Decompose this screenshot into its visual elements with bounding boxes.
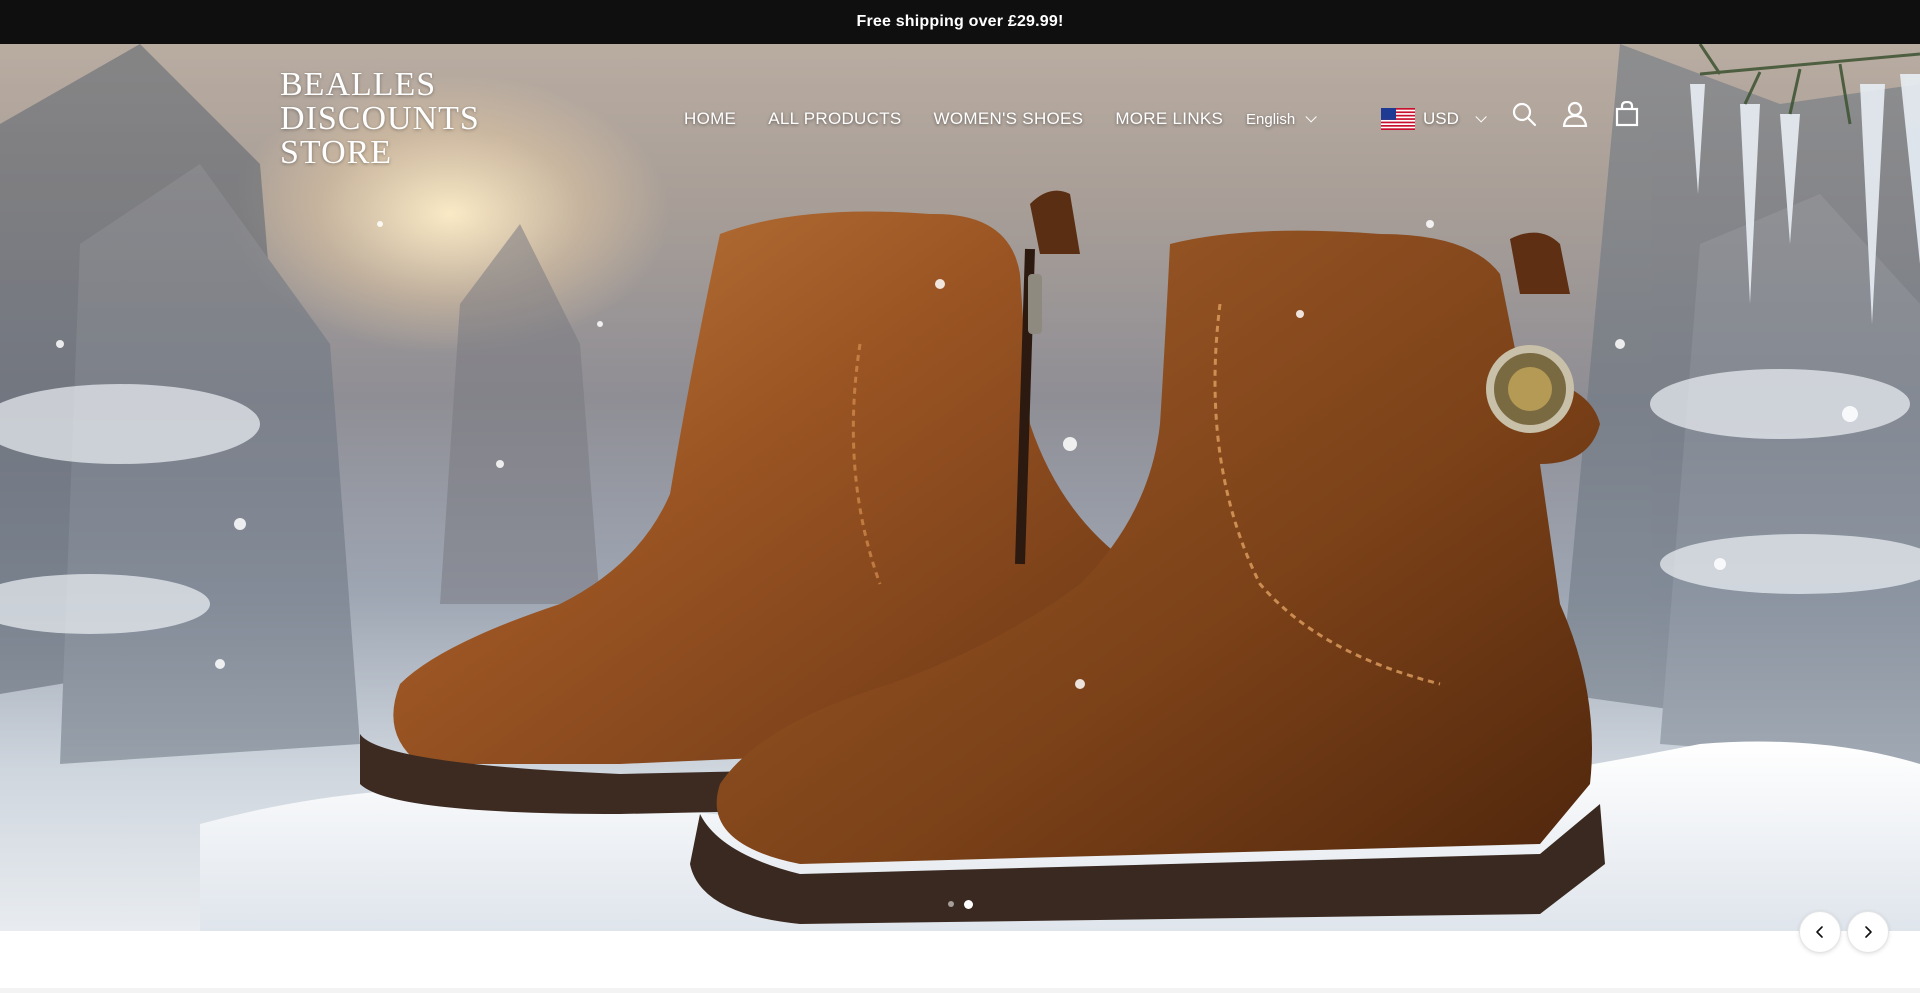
slide-dot-2[interactable]: [963, 900, 973, 909]
language-label: English: [1246, 110, 1296, 128]
announcement-bar: Free shipping over £29.99!: [0, 0, 1920, 44]
cart-button[interactable]: [1607, 94, 1647, 134]
logo-line-2: DISCOUNTS: [280, 100, 480, 137]
chevron-right-icon: [1865, 926, 1872, 938]
cart-bag-icon: [1615, 101, 1639, 127]
logo-line-1: BEALLES: [280, 66, 437, 103]
language-selector[interactable]: English: [1246, 44, 1317, 194]
search-button[interactable]: [1504, 94, 1544, 134]
currency-selector[interactable]: USD: [1381, 44, 1487, 194]
section-divider: [0, 988, 1920, 993]
slideshow-next-button[interactable]: [1847, 911, 1889, 953]
search-icon: [1512, 102, 1537, 127]
nav-all-products[interactable]: ALL PRODUCTS: [768, 109, 901, 129]
announcement-text: Free shipping over £29.99!: [856, 13, 1064, 30]
account-icon: [1562, 101, 1588, 127]
chevron-down-icon: [1475, 111, 1487, 123]
page-section-below-hero: [0, 931, 1920, 993]
nav-womens-shoes[interactable]: WOMEN'S SHOES: [934, 109, 1084, 129]
us-flag-icon: [1381, 108, 1415, 130]
nav-more-links[interactable]: MORE LINKS: [1115, 109, 1223, 129]
logo-line-3: STORE: [280, 134, 393, 171]
slideshow-dots: [0, 900, 1920, 909]
main-nav: HOME ALL PRODUCTS WOMEN'S SHOES MORE LIN…: [684, 44, 1223, 194]
currency-label: USD: [1423, 109, 1459, 128]
account-button[interactable]: [1555, 94, 1595, 134]
chevron-left-icon: [1816, 926, 1823, 938]
store-logo[interactable]: BEALLES DISCOUNTS STORE: [280, 68, 500, 170]
slide-dot-1[interactable]: [947, 901, 954, 907]
slideshow-prev-button[interactable]: [1799, 911, 1841, 953]
chevron-down-icon: [1305, 111, 1317, 123]
nav-home[interactable]: HOME: [684, 109, 736, 129]
site-header: BEALLES DISCOUNTS STORE HOME ALL PRODUCT…: [0, 44, 1920, 194]
